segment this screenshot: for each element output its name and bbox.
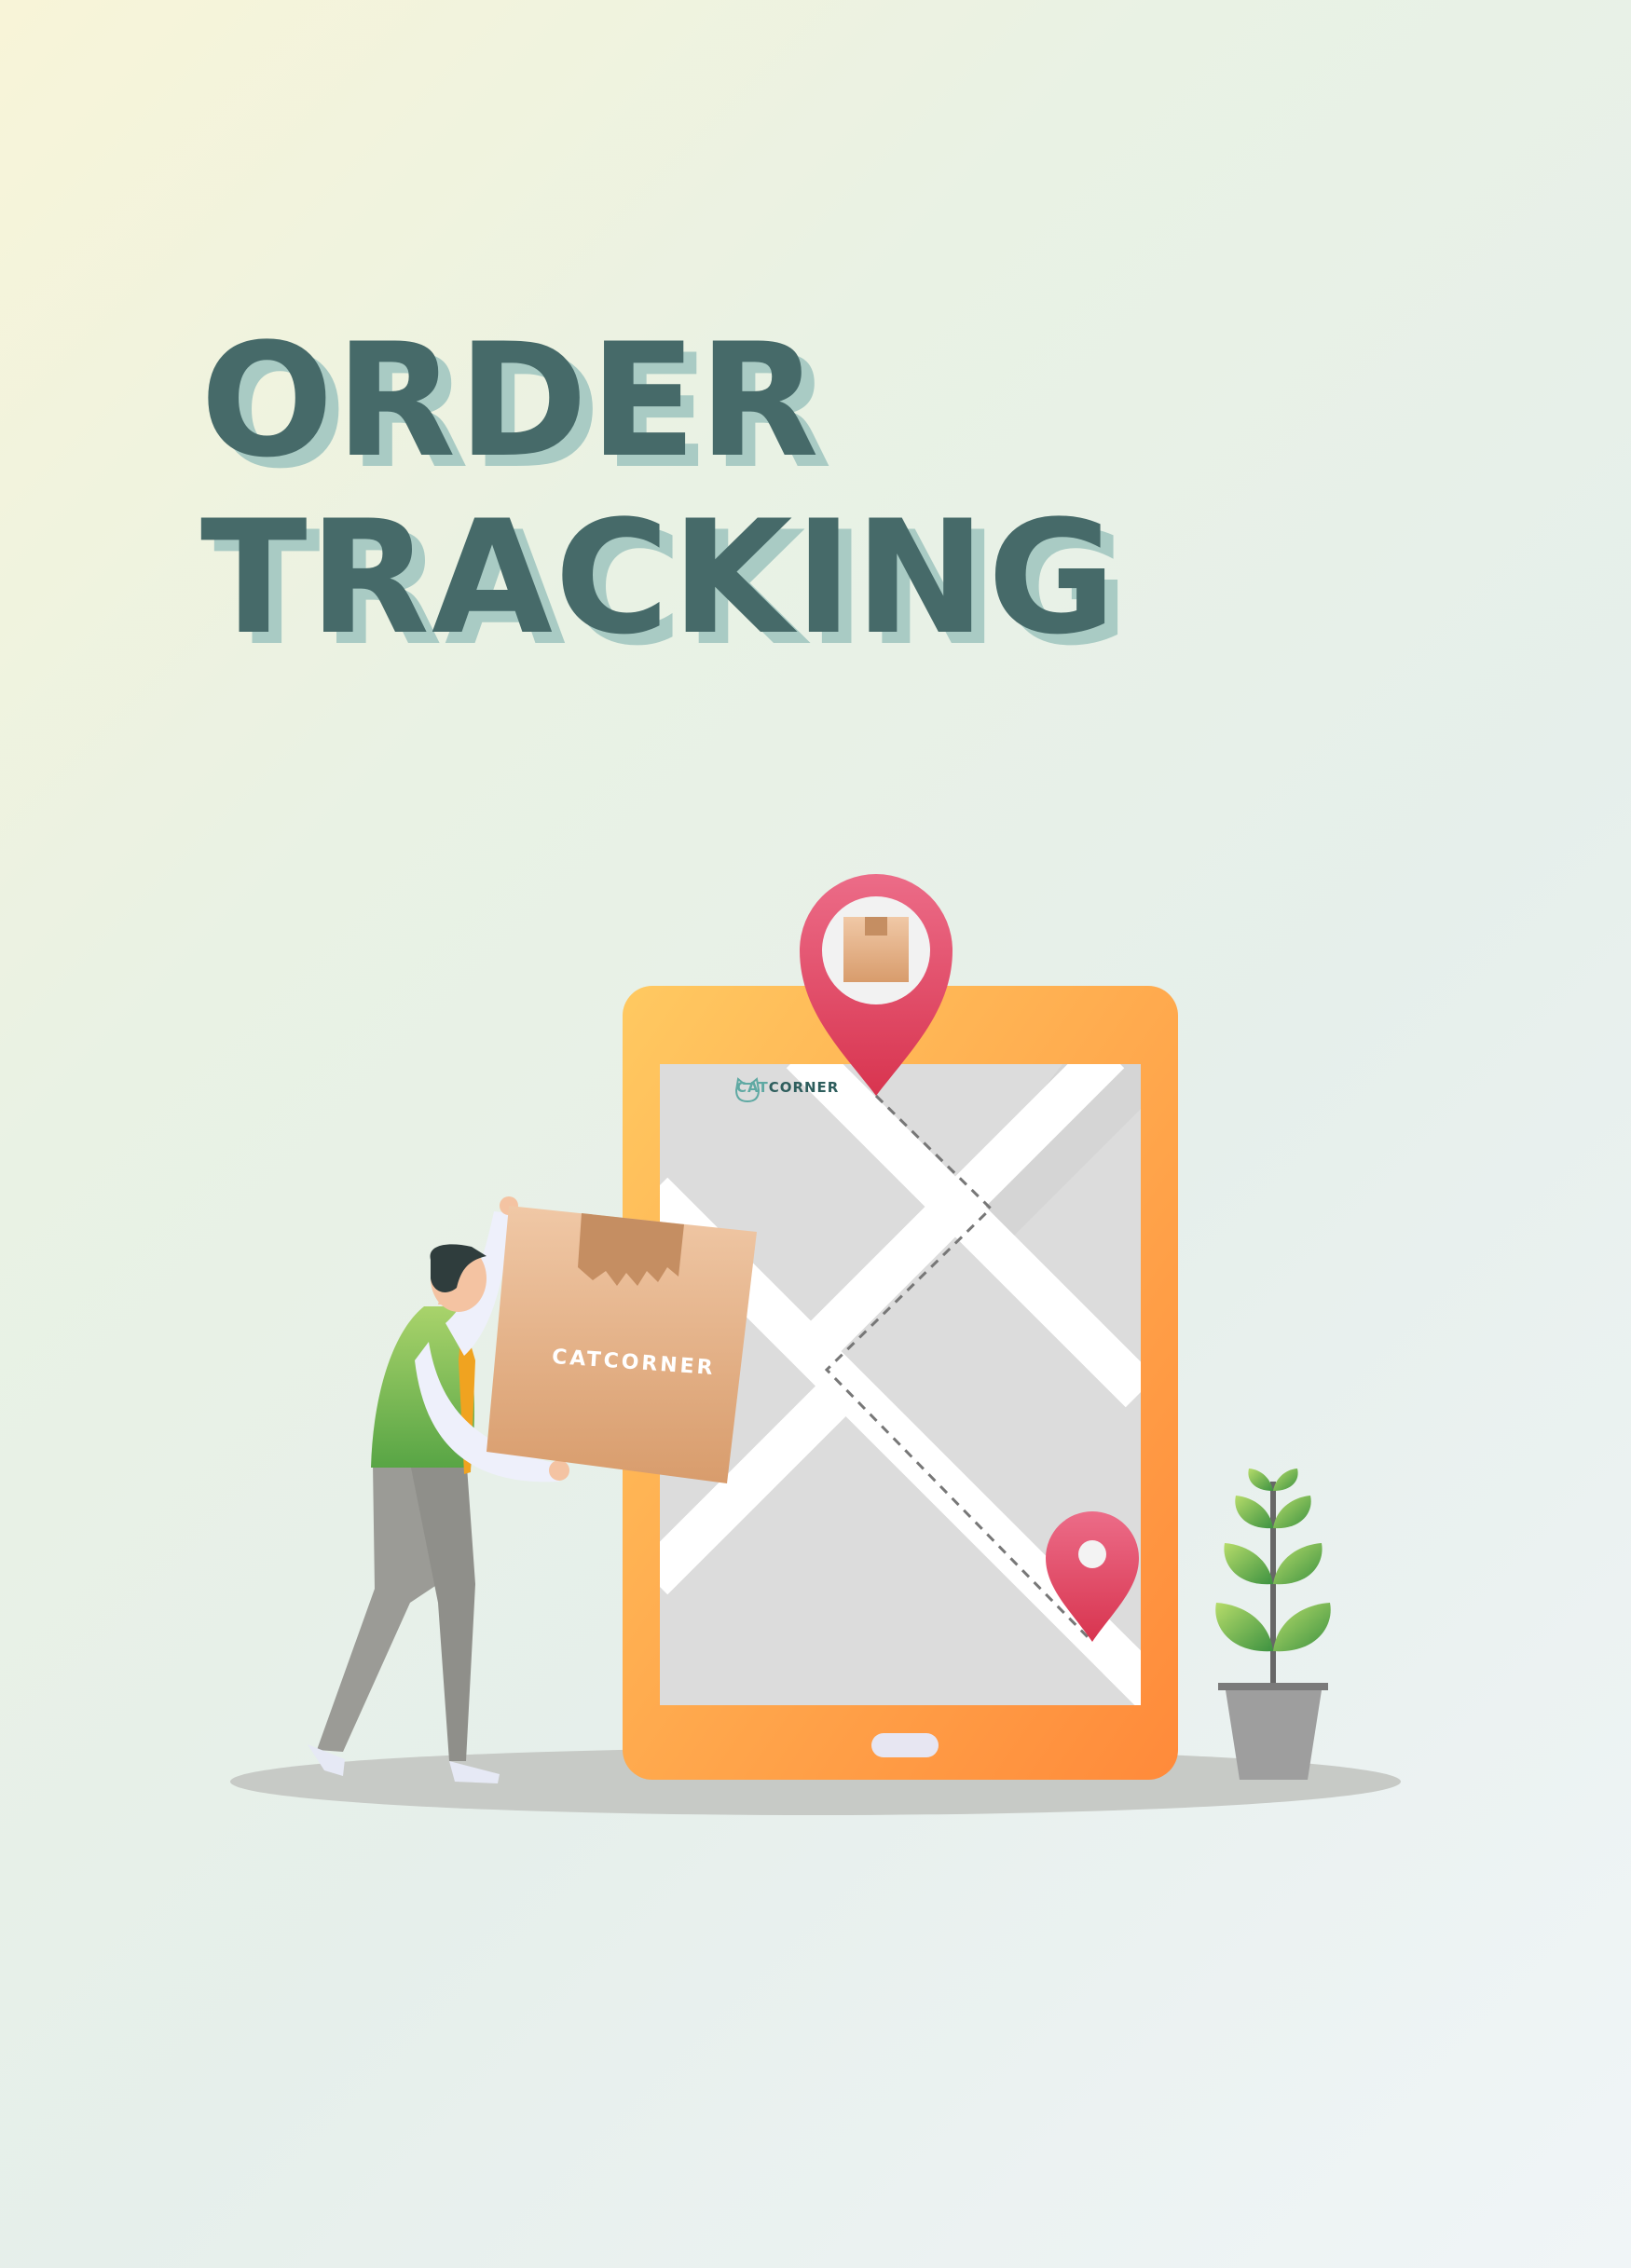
- delivery-illustration: [230, 874, 1401, 1815]
- home-button: [871, 1733, 939, 1757]
- screen-brand-corner: CORNER: [768, 1079, 840, 1096]
- package-icon: [843, 917, 909, 982]
- shipping-box: [487, 1206, 757, 1483]
- screen-brand-cat: CAT: [736, 1079, 769, 1096]
- screen-brand-logo: CATCORNER: [736, 1079, 839, 1096]
- potted-plant: [1215, 1469, 1331, 1780]
